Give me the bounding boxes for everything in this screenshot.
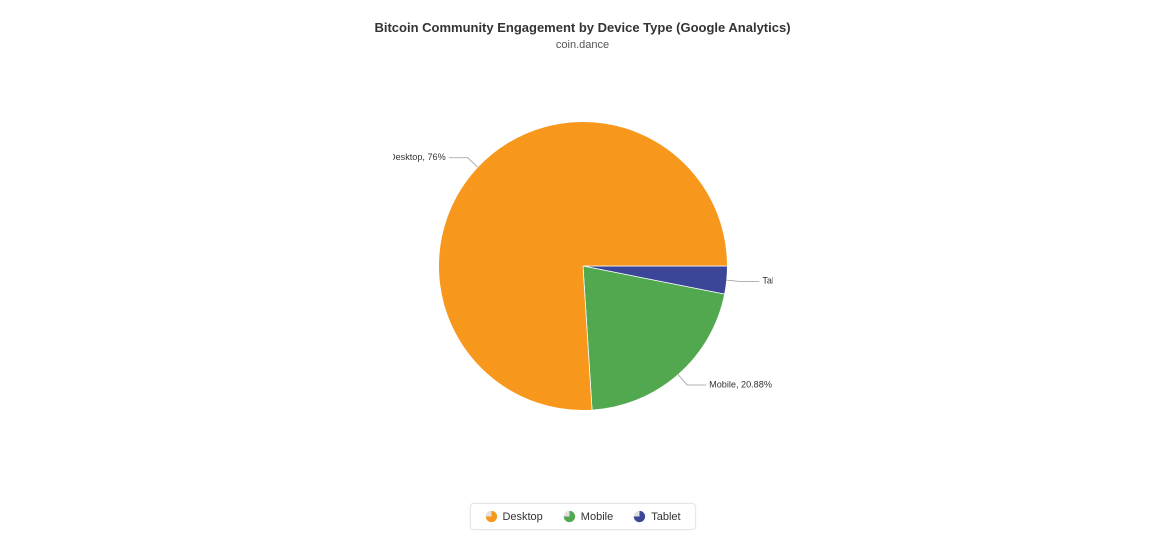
legend-item-mobile[interactable]: Mobile xyxy=(563,510,613,523)
legend-item-desktop[interactable]: Desktop xyxy=(484,510,542,523)
chart-area: Tablet, 3.12% Mobile, 20.88% Desktop, 76% xyxy=(0,51,1165,481)
pie-chart: Tablet, 3.12% Mobile, 20.88% Desktop, 76% xyxy=(393,76,773,456)
chart-legend: Desktop Mobile Tablet xyxy=(469,503,695,530)
callout-line xyxy=(678,375,706,385)
pie-svg: Tablet, 3.12% Mobile, 20.88% Desktop, 76% xyxy=(393,76,773,456)
legend-label: Tablet xyxy=(651,511,680,523)
chart-subtitle: coin.dance xyxy=(0,39,1165,51)
slice-label-tablet: Tablet, 3.12% xyxy=(762,276,773,286)
callout-line xyxy=(448,158,477,167)
pie-icon xyxy=(484,510,497,523)
slice-label-desktop: Desktop, 76% xyxy=(393,152,446,162)
pie-icon xyxy=(633,510,646,523)
callout-line xyxy=(726,280,759,281)
slice-label-mobile: Mobile, 20.88% xyxy=(709,379,772,389)
legend-item-tablet[interactable]: Tablet xyxy=(633,510,680,523)
legend-label: Mobile xyxy=(581,511,613,523)
pie-icon xyxy=(563,510,576,523)
legend-label: Desktop xyxy=(502,511,542,523)
chart-title: Bitcoin Community Engagement by Device T… xyxy=(0,0,1165,35)
